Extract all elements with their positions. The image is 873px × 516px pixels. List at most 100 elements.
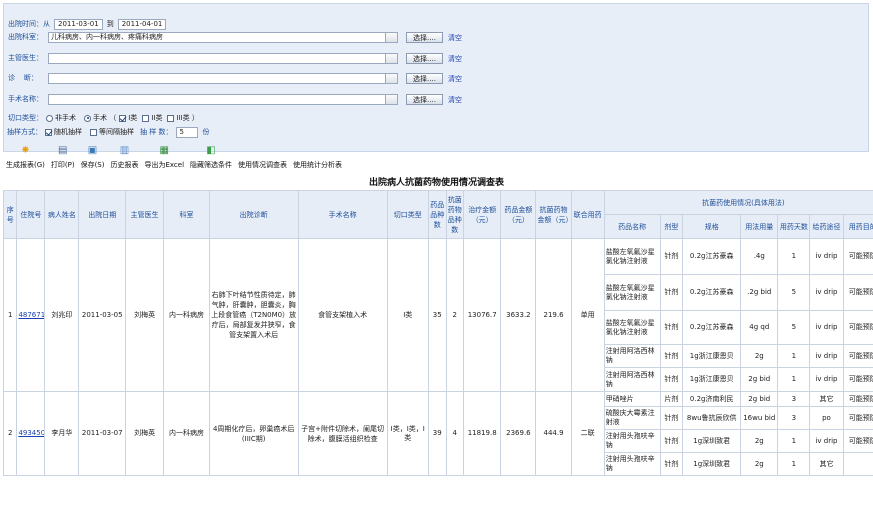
- cell-dose: 2g: [740, 452, 779, 476]
- cell-route: iv drip: [809, 238, 844, 275]
- type2-label: II类: [151, 114, 163, 122]
- doctor-row: 主管医生：: [8, 52, 398, 64]
- cell-purpose: 可能预防: [842, 238, 873, 275]
- sample-unit-label: 份: [202, 128, 210, 136]
- diagnosis-row: 诊 断：: [8, 72, 398, 84]
- cell-drug-name: 注射用阿洛西林钠: [603, 344, 661, 368]
- cell-days: 1: [777, 238, 811, 275]
- header-patient-name: 病人姓名: [44, 190, 80, 239]
- sampling-row: 抽样方式： 随机抽样 等间隔抽样 抽 样 数： 5 份: [7, 126, 209, 138]
- surgery-radio[interactable]: [84, 114, 91, 122]
- cell-drug-types: 35: [427, 238, 447, 392]
- cell-antibiotic-types: 2: [445, 238, 465, 392]
- cell-antibiotic-cost: 219.6: [535, 238, 572, 392]
- cell-drug-name: 硫酸庆大霉素注射液: [603, 406, 661, 430]
- report-title: 出院病人抗菌药物使用情况调查表: [368, 178, 504, 188]
- header-dosage-form: 剂型: [659, 214, 684, 239]
- generate-report-button-label: 生成报表(G): [6, 161, 45, 169]
- surgery-input[interactable]: [48, 93, 386, 105]
- cell-surgery-name: 子宫+附件切除术，阑尾切除术，腹膜活组织检查: [297, 391, 388, 476]
- random-sampling-checkbox[interactable]: [45, 128, 52, 136]
- cell-purpose: 可能预防: [842, 344, 873, 368]
- cell-drug-cost: 2369.6: [500, 391, 537, 476]
- cell-route: iv drip: [809, 310, 844, 345]
- cell-dosage-form: 针剂: [659, 310, 684, 345]
- dept-input[interactable]: 儿科病房、内一科病房、疼痛科病房: [48, 31, 386, 43]
- cell-days: 5: [777, 274, 811, 311]
- table-row: 2 493450 李月华 2011-03-07 刘梅英 内一科病房 4周期化疗后，卵巢癌术后…: [3, 391, 873, 476]
- cell-inpatient-no: 493450: [16, 391, 46, 476]
- print-button-label: 打印(P): [50, 161, 75, 169]
- cell-purpose: 可能预防: [842, 391, 873, 407]
- cell-doctor: 刘梅英: [124, 391, 165, 476]
- cell-incision: I类: [386, 238, 429, 392]
- surgery-select-button[interactable]: 选择....: [406, 94, 443, 105]
- document-icon: ▥: [119, 145, 130, 156]
- header-doctor: 主管医生: [124, 190, 165, 239]
- interval-sampling-checkbox[interactable]: [90, 128, 97, 136]
- header-spec: 规格: [682, 214, 742, 239]
- surgery-clear-link[interactable]: 清空: [448, 95, 462, 105]
- cell-diagnosis: 4周期化疗后，卵巢癌术后(IIIC期): [208, 391, 299, 476]
- usage-survey-button[interactable]: 使用情况调查表: [238, 145, 287, 173]
- doctor-select-button[interactable]: 选择....: [406, 53, 443, 64]
- sampling-label: 抽样方式：: [7, 128, 42, 136]
- surgery-dropdown-icon[interactable]: [386, 93, 398, 105]
- doctor-clear-link[interactable]: 清空: [448, 54, 462, 64]
- cell-dose: 2g bid: [740, 367, 779, 392]
- cell-route: 其它: [809, 452, 844, 476]
- date-to-input[interactable]: 2011-04-01: [117, 18, 167, 30]
- cell-treatment-cost: 13076.7: [463, 238, 502, 392]
- generate-report-button[interactable]: ✸ 生成报表(G): [6, 145, 45, 173]
- save-button[interactable]: ▣ 保存(S): [81, 145, 105, 173]
- history-report-button[interactable]: ▥ 历史报表: [110, 145, 138, 173]
- cell-route: 其它: [809, 391, 844, 407]
- cell-spec: 1g深圳致君: [682, 452, 742, 476]
- type2-checkbox[interactable]: [142, 114, 150, 122]
- print-button[interactable]: ▤ 打印(P): [51, 145, 75, 173]
- cell-spec: 1g浙江康恩贝: [682, 344, 742, 368]
- non-surgery-label: 非手术: [55, 114, 76, 122]
- cell-inpatient-no: 487671: [16, 238, 46, 392]
- date-from-input[interactable]: 2011-03-01: [54, 18, 103, 30]
- cell-dose: 16wu bid: [740, 406, 779, 430]
- cell-dose: .4g: [740, 238, 779, 275]
- cell-route: iv drip: [809, 344, 844, 368]
- cell-purpose: 可能预防: [842, 367, 873, 392]
- excel-icon: ▦: [159, 145, 169, 156]
- dept-dropdown-icon[interactable]: [386, 31, 398, 43]
- cell-drug-name: 注射用头孢呋辛钠: [603, 429, 661, 453]
- cell-dose: 2g: [740, 429, 779, 453]
- cell-days: 1: [777, 344, 811, 368]
- header-combo: 联合用药: [570, 190, 605, 239]
- save-button-label: 保存(S): [80, 161, 105, 169]
- type3-checkbox[interactable]: [167, 114, 175, 122]
- cell-treatment-cost: 11819.8: [463, 391, 502, 476]
- dept-clear-link[interactable]: 清空: [448, 33, 462, 43]
- cell-days: 3: [777, 391, 811, 407]
- dept-select-button[interactable]: 选择....: [406, 32, 443, 43]
- header-drug-cost: 药品金额（元）: [500, 190, 537, 239]
- type1-checkbox[interactable]: [119, 114, 127, 122]
- header-drug-name: 药品名称: [603, 214, 661, 239]
- date-range-label: 出院时间：从: [8, 20, 50, 28]
- cell-combo: 单用: [570, 238, 605, 392]
- diagnosis-clear-link[interactable]: 清空: [448, 74, 462, 84]
- cell-patient-name: 李月华: [44, 391, 80, 476]
- non-surgery-radio[interactable]: [46, 114, 53, 122]
- diagnosis-input[interactable]: [48, 72, 386, 84]
- doctor-input[interactable]: [48, 52, 386, 64]
- inpatient-no-link[interactable]: 493450: [18, 429, 43, 437]
- inpatient-no-link[interactable]: 487671: [18, 311, 43, 319]
- usage-stats-button[interactable]: 使用统计分析表: [293, 145, 342, 173]
- diagnosis-select-button[interactable]: 选择....: [406, 73, 443, 84]
- export-excel-button[interactable]: ▦ 导出为Excel: [144, 145, 184, 173]
- hide-filter-button[interactable]: ◧ 隐藏筛选条件: [190, 145, 232, 173]
- sample-count-input[interactable]: 5: [176, 126, 199, 138]
- cell-spec: 1g浙江康恩贝: [682, 367, 742, 392]
- dept-row: 出院科室： 儿科病房、内一科病房、疼痛科病房: [8, 31, 398, 43]
- diagnosis-dropdown-icon[interactable]: [386, 72, 398, 84]
- header-discharge-date: 出院日期: [78, 190, 126, 239]
- doctor-dropdown-icon[interactable]: [386, 52, 398, 64]
- cell-surgery-name: 食管支架植入术: [297, 238, 388, 392]
